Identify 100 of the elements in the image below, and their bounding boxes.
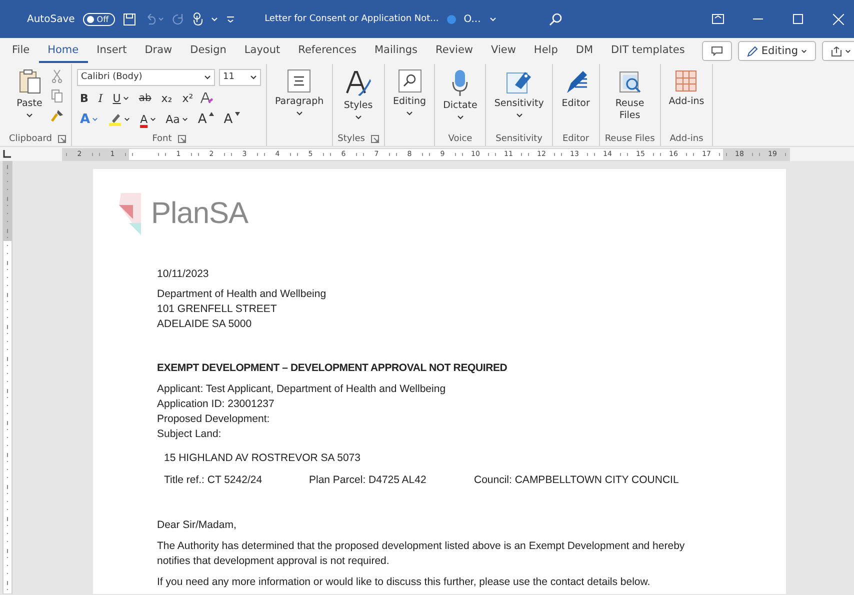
customize-toolbar-icon[interactable] [226,15,235,23]
detail-line: Applicant: Test Applicant, Department of Health and Wellbeing [157,382,447,397]
save-icon[interactable] [122,12,136,26]
paste-button[interactable]: Paste [12,67,48,120]
italic-button[interactable]: I [95,92,106,104]
land-field: Plan Parcel: D4725 AL42 [309,473,474,488]
grow-font-button[interactable]: A [194,112,217,126]
ribbon-tab[interactable]: View [482,40,525,62]
format-button[interactable]: Aa [162,112,191,126]
dialog-launcher-icon[interactable] [178,134,186,142]
touch-mode-icon[interactable] [192,12,203,26]
editing-mode-button[interactable]: Editing [738,41,816,61]
ribbon-tab[interactable]: Review [426,40,482,62]
ribbon-tab[interactable]: Insert [88,40,136,62]
styles-icon [344,69,372,97]
ribbon-tab[interactable]: Design [181,40,236,62]
letter-paragraph: If you need any more information or would like to discuss this further, please use the contact details below. [157,575,652,590]
detail-line: Subject Land: [157,427,222,442]
caret-icon [210,16,218,22]
caret-icon [801,48,807,54]
comments-button[interactable] [702,41,732,61]
format-button[interactable]: x₂ [158,92,176,104]
letter-date: 10/11/2023 [157,267,210,282]
ribbon-tab[interactable]: Help [524,40,567,62]
ribbon-button[interactable]: Editing [390,67,430,118]
status-dot-icon [446,14,456,24]
sensitivity-status[interactable]: O... [464,14,481,24]
group-label: Font [152,134,172,144]
group-label: Clipboard [9,134,52,144]
ribbon-button[interactable]: Styles [340,67,376,122]
ribbon-tab[interactable]: Mailings [365,40,427,62]
caret-icon [204,74,211,80]
paragraph-icon [287,69,312,93]
ribbon-tab[interactable]: File [3,40,39,62]
letter-paragraph: The Authority has determined that the proposed development listed above is an Exempt Development and hereby notifies that development approval is not required. [157,539,686,569]
search-icon [398,69,422,93]
pencil-icon [747,46,758,56]
autosave-label: AutoSave [27,14,75,24]
share-icon [831,46,842,56]
group-label: Styles [338,134,365,144]
clear-formatting-icon[interactable] [200,91,214,105]
detail-line: Proposed Development: [157,412,271,427]
ribbon-button[interactable]: Dictate [440,67,480,122]
ribbon-display-icon[interactable] [712,14,724,24]
ribbon-button[interactable]: Paragraph [272,67,327,118]
caret-icon [845,48,851,54]
maximize-icon[interactable] [793,14,803,24]
letter-heading: EXEMPT DEVELOPMENT – DEVELOPMENT APPROVAL NOT REQUIRED [157,361,508,376]
group-label: Sensitivity [496,134,543,144]
caret-icon [250,74,257,80]
format-painter-icon[interactable] [50,109,64,122]
minimize-icon[interactable] [753,18,763,20]
caret-icon [488,16,497,22]
highlighter-icon [108,112,122,126]
caret-icon [26,112,33,118]
cut-icon[interactable] [50,69,62,83]
group-label: Editor [562,134,590,144]
share-button[interactable] [822,41,854,61]
format-button[interactable]: x² [179,92,196,104]
close-icon[interactable] [832,14,844,24]
sensitivity-icon [505,69,534,95]
search-icon[interactable] [548,12,562,26]
detail-line: Application ID: 23001237 [157,397,276,412]
font-name-field[interactable]: Calibri (Body) [77,68,215,86]
autosave-toggle[interactable]: Off [82,12,115,26]
ribbon-button[interactable]: Add-ins [666,67,708,110]
land-field: Title ref.: CT 5242/24 [164,473,309,488]
clipboard-icon [18,69,40,95]
group-label: Voice [448,134,472,144]
shrink-font-button[interactable]: A [220,112,243,126]
dialog-launcher-icon[interactable] [58,134,66,142]
ribbon-tab[interactable]: DM [566,40,602,62]
logo-text: PlanSA [151,197,248,231]
land-address: 15 HIGHLAND AV ROSTREVOR SA 5073 [164,451,362,466]
ribbon-tab[interactable]: Layout [235,40,290,62]
underline-button[interactable]: U [110,92,132,104]
ribbon-button[interactable]: Sensitivity [491,67,547,120]
font-color-button[interactable]: A [137,112,159,126]
ribbon-button[interactable]: Editor [558,67,594,112]
ribbon-tab[interactable]: References [289,40,366,62]
ribbon-tab[interactable]: DIT templates [602,40,694,62]
document-title: Letter for Consent or Application Not... [264,13,439,26]
text-effects-button[interactable]: A [77,112,102,126]
dialog-launcher-icon[interactable] [370,134,379,142]
ribbon-button[interactable]: Reuse Files [612,67,648,124]
add-ins-icon [674,69,698,93]
recipient-line: 101 GRENFELL STREET [157,302,278,317]
bold-button[interactable]: B [77,92,92,104]
group-label: Add-ins [670,134,704,144]
recipient-line: Department of Health and Wellbeing [157,287,328,302]
group-label: Reuse Files [604,134,655,144]
comment-icon [711,46,724,56]
land-field: Council: CAMPBELLTOWN CITY COUNCIL [474,473,679,488]
copy-icon[interactable] [50,89,62,103]
down-triangle-icon [234,112,240,116]
ribbon-tab[interactable]: Draw [136,40,182,62]
strikethrough-button[interactable]: ab [136,92,154,104]
font-size-field[interactable]: 11 [219,68,261,86]
salutation: Dear Sir/Madam, [157,518,238,533]
reuse-files-icon [616,69,643,95]
